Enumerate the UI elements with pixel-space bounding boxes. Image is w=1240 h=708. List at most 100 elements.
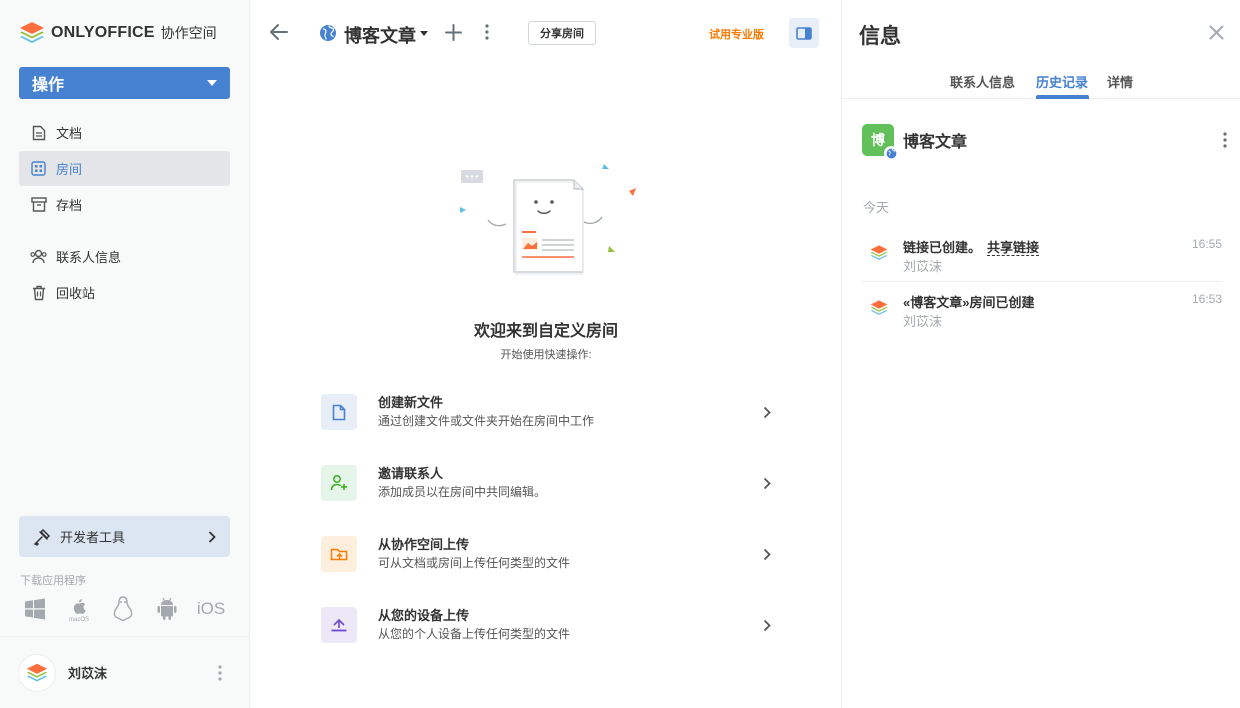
quick-action-title: 从协作空间上传 <box>378 537 470 552</box>
upload-from-device-icon <box>321 607 357 643</box>
quick-action-upload-from-docspace[interactable]: 从协作空间上传 可从文档或房间上传任何类型的文件 <box>321 535 771 573</box>
info-panel-title: 信息 <box>859 25 901 48</box>
history-entry-time: 16:55 <box>1191 237 1222 251</box>
rooms-icon <box>30 160 47 177</box>
empty-state-subtitle: 开始使用快速操作: <box>500 349 592 361</box>
quick-action-title: 从您的设备上传 <box>378 608 470 623</box>
chevron-right-icon <box>208 530 216 543</box>
sidebar-item-label: 房间 <box>56 162 83 177</box>
sidebar-item-label: 回收站 <box>56 286 96 301</box>
quick-action-description: 从您的个人设备上传任何类型的文件 <box>378 627 571 641</box>
quick-action-title: 邀请联系人 <box>378 466 444 481</box>
tab-history[interactable]: 历史记录 <box>1036 72 1088 91</box>
user-menu-kebab-icon[interactable] <box>218 664 222 681</box>
room-header: 博客文章 分享房间 试用专业版 <box>251 0 841 66</box>
sidebar-item-documents[interactable]: 文档 <box>19 115 230 150</box>
history-divider <box>862 281 1222 282</box>
sidebar-item-trash[interactable]: 回收站 <box>19 275 230 310</box>
history-entry-time: 16:53 <box>1191 292 1222 306</box>
user-profile-bar: 刘苡沫 <box>0 636 250 708</box>
room-avatar: 博 <box>862 124 898 160</box>
close-icon[interactable] <box>1209 25 1224 40</box>
empty-state-title: 欢迎来到自定义房间 <box>473 323 618 340</box>
chevron-right-icon <box>763 406 771 418</box>
quick-action-description: 添加成员以在房间中共同编辑。 <box>378 485 547 499</box>
sidebar-item-label: 联系人信息 <box>56 250 122 265</box>
quick-action-create-file[interactable]: 创建新文件 通过创建文件或文件夹开始在房间中工作 <box>321 393 771 431</box>
contacts-icon <box>30 248 47 265</box>
download-apps-label: 下载应用程序 <box>20 575 86 587</box>
macos-icon[interactable]: macOS <box>66 596 92 622</box>
history-action-text: 链接已创建。 <box>903 240 982 255</box>
room-menu-kebab-icon[interactable] <box>485 24 489 40</box>
public-room-globe-icon <box>320 25 336 41</box>
history-entry-text: «博客文章»房间已创建 <box>903 295 1035 310</box>
sidebar-item-contacts[interactable]: 联系人信息 <box>19 239 230 274</box>
download-apps-row: macOS iOS <box>22 596 242 622</box>
share-room-button[interactable]: 分享房间 <box>528 21 596 45</box>
quick-action-invite-contacts[interactable]: 邀请联系人 添加成员以在房间中共同编辑。 <box>321 464 771 502</box>
info-panel: 信息 联系人信息 历史记录 详情 博 博客文章 今天 链接已创建。 共享链接 刘苡… <box>841 0 1240 708</box>
room-name: 博客文章 <box>903 134 968 151</box>
shared-link[interactable]: 共享链接 <box>987 240 1040 256</box>
onlyoffice-avatar-icon <box>26 663 48 681</box>
info-panel-toggle-button[interactable] <box>789 18 819 48</box>
sidebar-item-rooms[interactable]: 房间 <box>19 151 230 186</box>
windows-icon[interactable] <box>22 596 48 622</box>
svg-text:macOS: macOS <box>69 617 89 622</box>
sidebar-item-archive[interactable]: 存档 <box>19 187 230 222</box>
info-panel-tabs: 联系人信息 历史记录 详情 <box>842 62 1240 99</box>
onlyoffice-logo-icon <box>20 22 44 43</box>
tab-contacts-info[interactable]: 联系人信息 <box>950 72 1015 91</box>
invite-user-icon <box>321 465 357 501</box>
onlyoffice-history-icon <box>870 245 888 260</box>
trash-icon <box>30 284 47 301</box>
sidebar-item-label: 文档 <box>56 126 83 141</box>
chevron-right-icon <box>763 477 771 489</box>
ios-icon[interactable]: iOS <box>196 596 226 622</box>
quick-action-description: 通过创建文件或文件夹开始在房间中工作 <box>378 414 595 428</box>
history-entry: «博客文章»房间已创建 刘苡沫 16:53 <box>862 292 1222 342</box>
linux-icon[interactable] <box>110 596 136 622</box>
main-content: 博客文章 分享房间 试用专业版 欢迎来到自定义房间 开始使用快速操作: 创建新文… <box>251 0 841 708</box>
archive-icon <box>30 196 47 213</box>
active-tab-indicator <box>1036 95 1089 99</box>
brand-subtitle: 协作空间 <box>160 25 217 41</box>
avatar[interactable] <box>18 653 56 692</box>
try-pro-link[interactable]: 试用专业版 <box>709 26 764 42</box>
history-entry-user: 刘苡沫 <box>903 259 943 274</box>
panel-toggle-icon <box>796 26 812 40</box>
caret-down-icon <box>207 80 217 86</box>
tab-details[interactable]: 详情 <box>1107 72 1133 91</box>
quick-action-upload-from-device[interactable]: 从您的设备上传 从您的个人设备上传任何类型的文件 <box>321 606 771 644</box>
empty-room-illustration <box>460 164 636 275</box>
room-options-kebab-icon[interactable] <box>1223 132 1227 148</box>
chevron-right-icon <box>763 548 771 560</box>
globe-badge-icon <box>884 146 898 160</box>
room-avatar-letter: 博 <box>871 132 885 148</box>
history-day-label: 今天 <box>863 200 890 215</box>
upload-from-docspace-icon <box>321 536 357 572</box>
history-entry-user: 刘苡沫 <box>903 314 943 329</box>
plus-icon[interactable] <box>445 24 462 41</box>
android-icon[interactable] <box>154 596 180 622</box>
developer-tools-label: 开发者工具 <box>60 530 126 545</box>
user-name: 刘苡沫 <box>68 666 108 681</box>
sidebar: ONLYOFFICE 协作空间 操作 文档 房间 存档 联系人信息 回收站 开发… <box>0 0 250 708</box>
document-icon <box>30 124 47 141</box>
quick-action-title: 创建新文件 <box>378 395 444 410</box>
room-title[interactable]: 博客文章 <box>344 22 416 48</box>
room-summary: 博 博客文章 <box>862 123 1227 160</box>
actions-button-label: 操作 <box>32 77 65 94</box>
developer-tools-icon <box>33 528 51 546</box>
onlyoffice-history-icon <box>870 300 888 315</box>
brand-name: ONLYOFFICE <box>51 24 155 41</box>
ios-label: iOS <box>196 599 226 618</box>
app-logo[interactable]: ONLYOFFICE 协作空间 <box>19 20 217 46</box>
actions-button[interactable]: 操作 <box>19 67 230 99</box>
history-entry: 链接已创建。 共享链接 刘苡沫 16:55 <box>862 237 1222 287</box>
developer-tools-button[interactable]: 开发者工具 <box>19 516 230 557</box>
caret-down-icon[interactable] <box>420 31 428 36</box>
back-arrow-icon[interactable] <box>269 23 289 41</box>
new-file-icon <box>321 394 357 430</box>
